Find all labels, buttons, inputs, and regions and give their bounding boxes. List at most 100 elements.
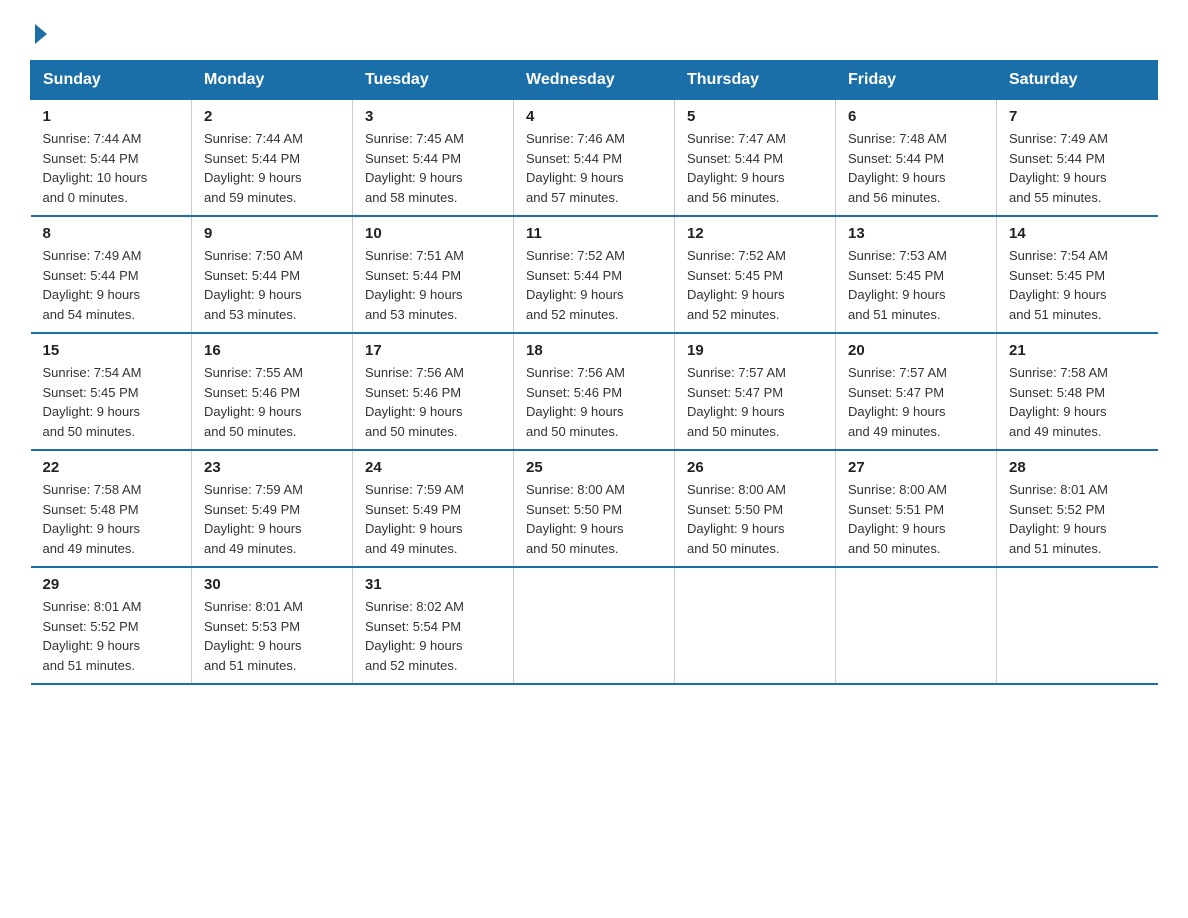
day-info: Sunrise: 8:01 AMSunset: 5:52 PMDaylight:… [1009,480,1146,558]
day-info: Sunrise: 7:45 AMSunset: 5:44 PMDaylight:… [365,129,501,207]
calendar-cell: 19 Sunrise: 7:57 AMSunset: 5:47 PMDaylig… [675,333,836,450]
logo-arrow-icon [35,24,47,44]
day-info: Sunrise: 7:44 AMSunset: 5:44 PMDaylight:… [204,129,340,207]
calendar-cell: 5 Sunrise: 7:47 AMSunset: 5:44 PMDayligh… [675,100,836,217]
day-info: Sunrise: 7:55 AMSunset: 5:46 PMDaylight:… [204,363,340,441]
day-info: Sunrise: 7:47 AMSunset: 5:44 PMDaylight:… [687,129,823,207]
calendar-cell: 20 Sunrise: 7:57 AMSunset: 5:47 PMDaylig… [836,333,997,450]
day-number: 11 [526,225,662,242]
calendar-table: SundayMondayTuesdayWednesdayThursdayFrid… [30,60,1158,685]
day-number: 27 [848,459,984,476]
day-number: 12 [687,225,823,242]
day-number: 30 [204,576,340,593]
calendar-cell: 26 Sunrise: 8:00 AMSunset: 5:50 PMDaylig… [675,450,836,567]
calendar-cell: 1 Sunrise: 7:44 AMSunset: 5:44 PMDayligh… [31,100,192,217]
day-info: Sunrise: 8:00 AMSunset: 5:50 PMDaylight:… [526,480,662,558]
day-number: 7 [1009,108,1146,125]
day-number: 14 [1009,225,1146,242]
day-info: Sunrise: 7:48 AMSunset: 5:44 PMDaylight:… [848,129,984,207]
column-header-wednesday: Wednesday [514,61,675,100]
calendar-cell: 14 Sunrise: 7:54 AMSunset: 5:45 PMDaylig… [997,216,1158,333]
day-number: 4 [526,108,662,125]
day-number: 25 [526,459,662,476]
calendar-cell: 23 Sunrise: 7:59 AMSunset: 5:49 PMDaylig… [192,450,353,567]
calendar-week-row: 15 Sunrise: 7:54 AMSunset: 5:45 PMDaylig… [31,333,1158,450]
day-info: Sunrise: 7:46 AMSunset: 5:44 PMDaylight:… [526,129,662,207]
day-number: 29 [43,576,180,593]
calendar-cell: 13 Sunrise: 7:53 AMSunset: 5:45 PMDaylig… [836,216,997,333]
day-info: Sunrise: 7:59 AMSunset: 5:49 PMDaylight:… [204,480,340,558]
calendar-cell: 12 Sunrise: 7:52 AMSunset: 5:45 PMDaylig… [675,216,836,333]
calendar-cell: 4 Sunrise: 7:46 AMSunset: 5:44 PMDayligh… [514,100,675,217]
calendar-cell: 8 Sunrise: 7:49 AMSunset: 5:44 PMDayligh… [31,216,192,333]
column-header-thursday: Thursday [675,61,836,100]
day-number: 17 [365,342,501,359]
day-info: Sunrise: 7:49 AMSunset: 5:44 PMDaylight:… [43,246,180,324]
day-info: Sunrise: 7:56 AMSunset: 5:46 PMDaylight:… [365,363,501,441]
calendar-cell [514,567,675,684]
day-number: 20 [848,342,984,359]
day-number: 3 [365,108,501,125]
day-number: 1 [43,108,180,125]
calendar-cell: 29 Sunrise: 8:01 AMSunset: 5:52 PMDaylig… [31,567,192,684]
calendar-cell: 16 Sunrise: 7:55 AMSunset: 5:46 PMDaylig… [192,333,353,450]
day-number: 5 [687,108,823,125]
column-header-friday: Friday [836,61,997,100]
calendar-week-row: 1 Sunrise: 7:44 AMSunset: 5:44 PMDayligh… [31,100,1158,217]
calendar-cell: 17 Sunrise: 7:56 AMSunset: 5:46 PMDaylig… [353,333,514,450]
column-header-saturday: Saturday [997,61,1158,100]
calendar-week-row: 8 Sunrise: 7:49 AMSunset: 5:44 PMDayligh… [31,216,1158,333]
calendar-cell: 3 Sunrise: 7:45 AMSunset: 5:44 PMDayligh… [353,100,514,217]
calendar-cell [997,567,1158,684]
day-number: 9 [204,225,340,242]
calendar-cell: 22 Sunrise: 7:58 AMSunset: 5:48 PMDaylig… [31,450,192,567]
calendar-cell: 7 Sunrise: 7:49 AMSunset: 5:44 PMDayligh… [997,100,1158,217]
day-number: 28 [1009,459,1146,476]
column-header-sunday: Sunday [31,61,192,100]
day-number: 22 [43,459,180,476]
day-number: 24 [365,459,501,476]
day-number: 26 [687,459,823,476]
calendar-cell: 2 Sunrise: 7:44 AMSunset: 5:44 PMDayligh… [192,100,353,217]
day-number: 13 [848,225,984,242]
day-info: Sunrise: 7:54 AMSunset: 5:45 PMDaylight:… [1009,246,1146,324]
calendar-week-row: 22 Sunrise: 7:58 AMSunset: 5:48 PMDaylig… [31,450,1158,567]
day-number: 23 [204,459,340,476]
day-number: 15 [43,342,180,359]
calendar-cell: 6 Sunrise: 7:48 AMSunset: 5:44 PMDayligh… [836,100,997,217]
logo [30,20,47,40]
day-info: Sunrise: 8:01 AMSunset: 5:53 PMDaylight:… [204,597,340,675]
day-info: Sunrise: 7:53 AMSunset: 5:45 PMDaylight:… [848,246,984,324]
day-number: 16 [204,342,340,359]
day-info: Sunrise: 7:56 AMSunset: 5:46 PMDaylight:… [526,363,662,441]
day-number: 2 [204,108,340,125]
day-number: 8 [43,225,180,242]
calendar-cell: 28 Sunrise: 8:01 AMSunset: 5:52 PMDaylig… [997,450,1158,567]
day-info: Sunrise: 7:52 AMSunset: 5:45 PMDaylight:… [687,246,823,324]
column-header-tuesday: Tuesday [353,61,514,100]
day-info: Sunrise: 8:00 AMSunset: 5:51 PMDaylight:… [848,480,984,558]
calendar-cell: 31 Sunrise: 8:02 AMSunset: 5:54 PMDaylig… [353,567,514,684]
day-number: 18 [526,342,662,359]
day-info: Sunrise: 7:51 AMSunset: 5:44 PMDaylight:… [365,246,501,324]
day-info: Sunrise: 7:58 AMSunset: 5:48 PMDaylight:… [43,480,180,558]
calendar-cell: 30 Sunrise: 8:01 AMSunset: 5:53 PMDaylig… [192,567,353,684]
calendar-cell: 18 Sunrise: 7:56 AMSunset: 5:46 PMDaylig… [514,333,675,450]
day-number: 10 [365,225,501,242]
calendar-cell [836,567,997,684]
day-info: Sunrise: 7:59 AMSunset: 5:49 PMDaylight:… [365,480,501,558]
day-info: Sunrise: 8:01 AMSunset: 5:52 PMDaylight:… [43,597,180,675]
calendar-cell: 25 Sunrise: 8:00 AMSunset: 5:50 PMDaylig… [514,450,675,567]
calendar-cell: 11 Sunrise: 7:52 AMSunset: 5:44 PMDaylig… [514,216,675,333]
day-info: Sunrise: 7:54 AMSunset: 5:45 PMDaylight:… [43,363,180,441]
day-info: Sunrise: 7:57 AMSunset: 5:47 PMDaylight:… [687,363,823,441]
calendar-header-row: SundayMondayTuesdayWednesdayThursdayFrid… [31,61,1158,100]
day-number: 6 [848,108,984,125]
calendar-cell: 27 Sunrise: 8:00 AMSunset: 5:51 PMDaylig… [836,450,997,567]
day-info: Sunrise: 8:00 AMSunset: 5:50 PMDaylight:… [687,480,823,558]
calendar-cell: 24 Sunrise: 7:59 AMSunset: 5:49 PMDaylig… [353,450,514,567]
column-header-monday: Monday [192,61,353,100]
day-number: 19 [687,342,823,359]
day-info: Sunrise: 7:49 AMSunset: 5:44 PMDaylight:… [1009,129,1146,207]
calendar-cell: 10 Sunrise: 7:51 AMSunset: 5:44 PMDaylig… [353,216,514,333]
